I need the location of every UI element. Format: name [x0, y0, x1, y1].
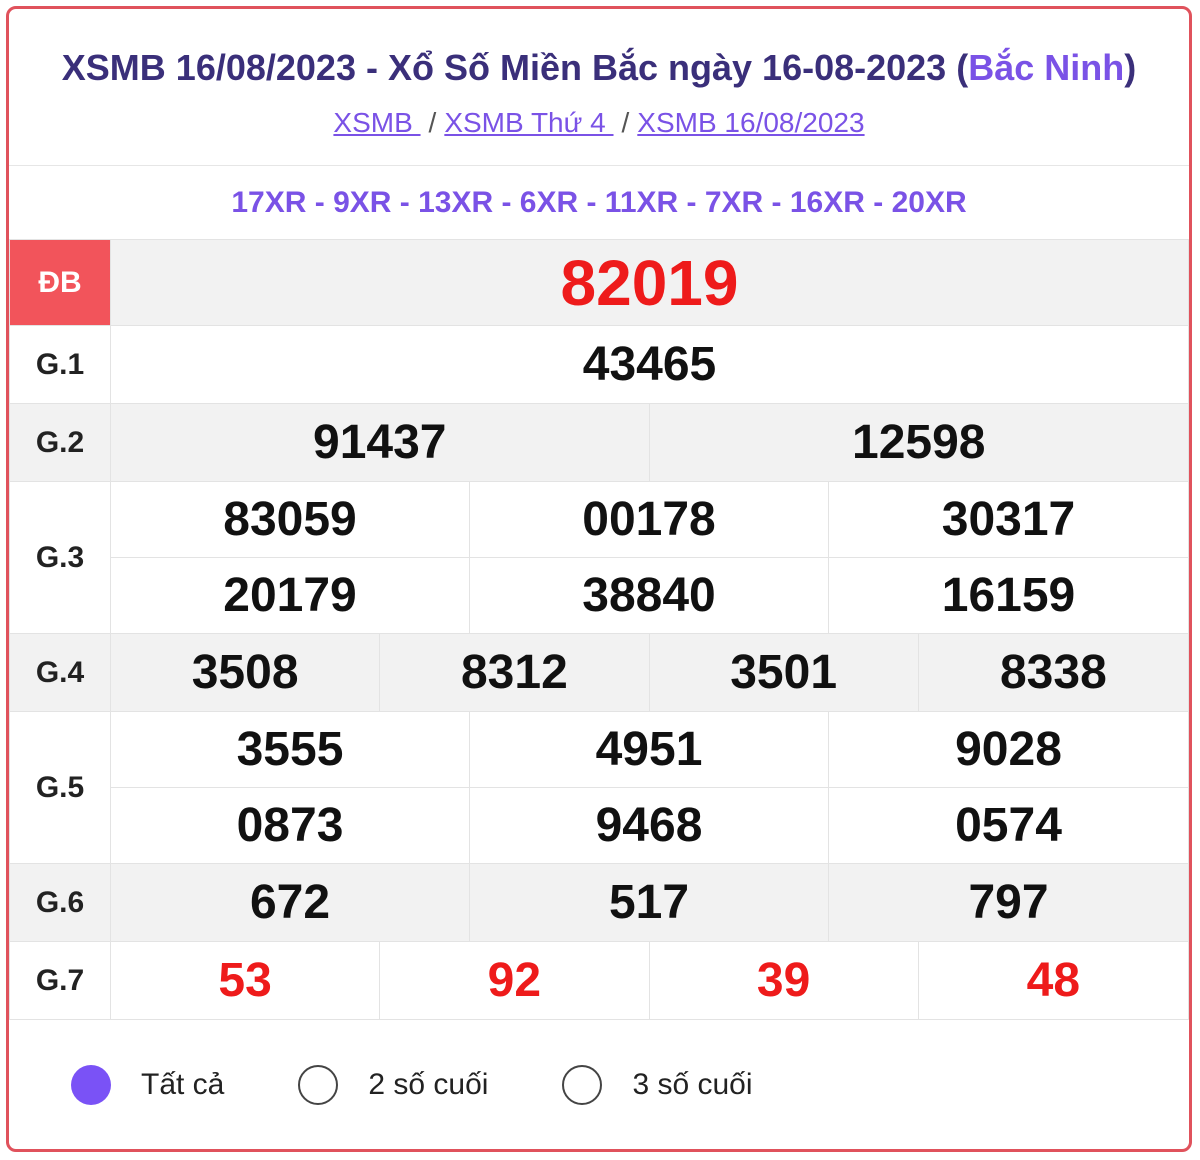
- prize-label-g5: G.5: [9, 711, 111, 864]
- results-card: XSMB 16/08/2023 - Xổ Số Miền Bắc ngày 16…: [6, 6, 1192, 1152]
- prize-number: 91437: [313, 416, 447, 469]
- radio-unselected-icon[interactable]: [298, 1065, 339, 1105]
- filter-label: 2 số cuối: [368, 1068, 489, 1101]
- prize-number: 3555: [236, 722, 344, 776]
- prize-label-g2: G.2: [9, 403, 111, 482]
- prize-number: 53: [218, 954, 272, 1007]
- breadcrumb: XSMB / XSMB Thứ 4 /XSMB 16/08/2023: [9, 107, 1189, 165]
- prize-label-db: ĐB: [9, 239, 111, 326]
- prize-number: 48: [1026, 954, 1081, 1007]
- prize-row-g2: G.2 91437 12598: [9, 403, 1189, 482]
- prize-number: 3508: [191, 646, 299, 699]
- filter-option-last-3[interactable]: 3 số cuối: [562, 1065, 753, 1105]
- title-main: XSMB 16/08/2023 - Xổ Số Miền Bắc ngày 16…: [61, 47, 969, 88]
- prize-number: 8312: [460, 646, 568, 699]
- prize-number: 9028: [955, 722, 1062, 776]
- prize-number: 0574: [955, 798, 1062, 852]
- prize-row-g7: G.7 53 92 39 48: [9, 941, 1189, 1020]
- prize-number: 797: [968, 876, 1049, 929]
- prize-number: 30317: [941, 492, 1076, 546]
- filter-label: Tất cả: [141, 1068, 225, 1101]
- prize-row-g3: G.3 83059 00178 30317 20179 38840 16159: [9, 481, 1189, 634]
- breadcrumb-link-xsmb[interactable]: XSMB: [333, 107, 420, 138]
- breadcrumb-separator: /: [428, 107, 437, 138]
- prize-number: 16159: [941, 568, 1076, 622]
- prize-number: 92: [487, 954, 542, 1007]
- breadcrumb-separator: /: [621, 107, 630, 138]
- radio-selected-icon[interactable]: [71, 1065, 111, 1105]
- prize-number: 8338: [999, 646, 1107, 699]
- prize-label-g7: G.7: [9, 941, 111, 1020]
- title-province[interactable]: Bắc Ninh: [968, 47, 1124, 88]
- prize-label-g6: G.6: [9, 863, 111, 942]
- prize-row-g1: G.1 43465: [9, 325, 1189, 404]
- prize-number: 4951: [595, 722, 703, 776]
- filter-option-last-2[interactable]: 2 số cuối: [298, 1065, 488, 1105]
- prize-number: 20179: [223, 568, 357, 622]
- page-title: XSMB 16/08/2023 - Xổ Số Miền Bắc ngày 16…: [9, 9, 1189, 109]
- prize-number: 12598: [852, 416, 986, 469]
- prize-number: 517: [608, 876, 690, 929]
- radio-unselected-icon[interactable]: [562, 1065, 603, 1105]
- results-table: ĐB 82019 G.1 43465 G.2 91437 12598 G.3 8…: [9, 239, 1189, 1020]
- prize-label-g3: G.3: [9, 481, 111, 634]
- prize-number: 3501: [730, 646, 838, 699]
- prize-row-db: ĐB 82019: [9, 239, 1189, 326]
- prize-row-g6: G.6 672 517 797: [9, 863, 1189, 942]
- draw-codes: 17XR - 9XR - 13XR - 6XR - 11XR - 7XR - 1…: [9, 165, 1189, 239]
- prize-number: 43465: [582, 338, 717, 391]
- prize-number: 39: [756, 954, 811, 1007]
- prize-label-g1: G.1: [9, 325, 111, 404]
- prize-row-g5: G.5 3555 4951 9028 0873 9468 0574: [9, 711, 1189, 864]
- prize-label-g4: G.4: [9, 633, 111, 712]
- title-close: ): [1124, 47, 1137, 88]
- prize-number: 9468: [595, 798, 703, 852]
- prize-number: 0873: [236, 798, 344, 852]
- breadcrumb-link-weekday[interactable]: XSMB Thứ 4: [444, 107, 613, 138]
- prize-number: 672: [249, 876, 331, 929]
- digit-filter-group: Tất cả 2 số cuối 3 số cuối: [9, 1020, 1189, 1149]
- prize-row-g4: G.4 3508 8312 3501 8338: [9, 633, 1189, 712]
- breadcrumb-link-date[interactable]: XSMB 16/08/2023: [637, 107, 864, 138]
- prize-number: 00178: [582, 492, 716, 546]
- filter-option-all[interactable]: Tất cả: [71, 1065, 224, 1105]
- filter-label: 3 số cuối: [632, 1068, 753, 1101]
- special-prize-number: 82019: [560, 246, 739, 319]
- prize-number: 38840: [582, 568, 716, 622]
- prize-number: 83059: [223, 492, 357, 546]
